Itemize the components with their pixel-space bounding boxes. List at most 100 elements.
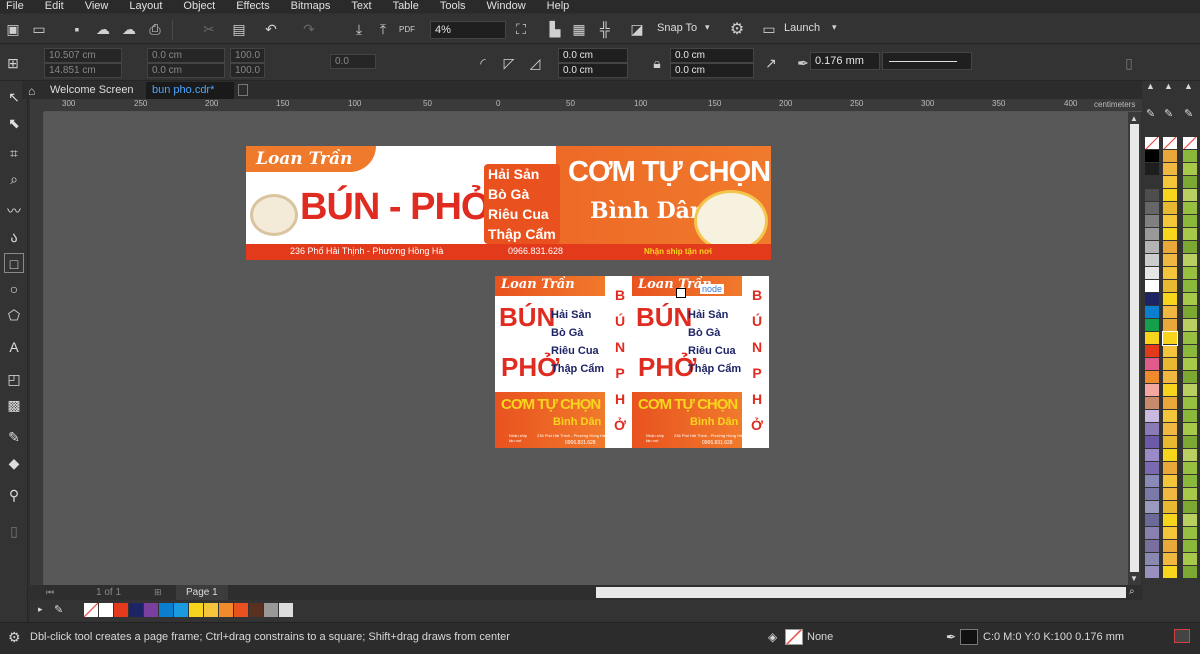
swatch[interactable] — [1183, 397, 1197, 410]
shape-tool-icon[interactable]: ⬉ — [4, 113, 24, 133]
swatch[interactable] — [1145, 293, 1159, 306]
swatch-brown[interactable] — [249, 603, 263, 617]
swatch[interactable] — [1183, 462, 1197, 475]
swatch-gold[interactable] — [204, 603, 218, 617]
save-icon[interactable]: ▪ — [68, 20, 86, 38]
flyer-artwork-1[interactable]: Loan Trần BÚN PHỞ Hải Sản Bò Gà Riêu Cua… — [495, 276, 632, 448]
polygon-tool-icon[interactable]: ⬠ — [4, 305, 24, 325]
swatch[interactable] — [1163, 280, 1177, 293]
show-guidelines-icon[interactable]: ╬ — [596, 20, 614, 38]
menu-file[interactable]: File — [6, 0, 24, 13]
menu-object[interactable]: Object — [183, 0, 215, 13]
swatch[interactable] — [1163, 345, 1177, 358]
swatch-yellow[interactable] — [189, 603, 203, 617]
swatch[interactable] — [1183, 150, 1197, 163]
paste-icon[interactable]: ▤ — [230, 20, 248, 38]
menu-help[interactable]: Help — [547, 0, 570, 13]
corner-radius-tr-field[interactable]: 0.0 cm — [670, 48, 754, 63]
undo-icon[interactable]: ↶ — [262, 20, 280, 38]
redo-icon[interactable]: ↷ — [300, 20, 318, 38]
smart-fill-icon[interactable]: ⚲ — [4, 485, 24, 505]
swatch[interactable] — [1183, 423, 1197, 436]
swatch-white[interactable] — [1145, 280, 1159, 293]
swatch[interactable] — [1163, 306, 1177, 319]
swatch[interactable] — [1145, 163, 1159, 176]
scroll-thumb[interactable] — [1130, 124, 1139, 572]
toolbox-more-icon[interactable]: ▯ — [4, 521, 24, 541]
pdf-icon[interactable]: PDF — [398, 20, 416, 38]
gear-icon[interactable]: ⚙ — [8, 623, 21, 651]
swatch-selected[interactable] — [1162, 331, 1178, 346]
show-rulers-icon[interactable]: ▙ — [546, 20, 564, 38]
swatch-none[interactable] — [84, 603, 98, 617]
banner-artwork[interactable]: Loan Trần BÚN - PHỞ Hải Sản Bò Gà Riêu C… — [246, 146, 771, 260]
relative-corner-icon[interactable]: ↗ — [762, 54, 780, 72]
swatch[interactable] — [1183, 384, 1197, 397]
swatch[interactable] — [1145, 501, 1159, 514]
swatch[interactable] — [1145, 345, 1159, 358]
swatch[interactable] — [1183, 449, 1197, 462]
scale-y-field[interactable]: 100.0 — [230, 63, 265, 78]
new-document-icon[interactable]: ▣ — [4, 20, 22, 38]
swatch[interactable] — [1163, 371, 1177, 384]
outline-swatch[interactable] — [960, 629, 978, 645]
chamfered-corner-icon[interactable]: ◿ — [526, 54, 544, 72]
swatch[interactable] — [1145, 488, 1159, 501]
open-folder-icon[interactable]: ▭ — [30, 20, 48, 38]
swatch-dark-orange[interactable] — [234, 603, 248, 617]
swatch-blue[interactable] — [159, 603, 173, 617]
import-icon[interactable]: ⤓ — [350, 20, 368, 38]
palette-arrow-icon[interactable]: ▸ — [38, 604, 43, 615]
swatch[interactable] — [1163, 423, 1177, 436]
menu-edit[interactable]: Edit — [45, 0, 64, 13]
swatch[interactable] — [1163, 397, 1177, 410]
home-icon[interactable]: ⌂ — [28, 84, 35, 98]
swatch-none[interactable] — [1145, 137, 1159, 150]
swatch[interactable] — [1145, 215, 1159, 228]
swatch[interactable] — [1145, 527, 1159, 540]
swatch-sky[interactable] — [174, 603, 188, 617]
rectangle-tool-icon[interactable]: □ — [4, 253, 24, 273]
swatch[interactable] — [1163, 176, 1177, 189]
swatch[interactable] — [1163, 150, 1177, 163]
swatch[interactable] — [1183, 306, 1197, 319]
launch-dropdown[interactable]: Launch — [784, 22, 820, 34]
swatch[interactable] — [1145, 514, 1159, 527]
swatch-navy[interactable] — [129, 603, 143, 617]
height-field[interactable]: 0.0 cm — [147, 63, 225, 78]
swatch[interactable] — [1145, 228, 1159, 241]
freehand-tool-icon[interactable]: 〰 — [4, 201, 24, 221]
swatch-white[interactable] — [99, 603, 113, 617]
palette-scroll-up-icon[interactable]: ▲ — [1164, 81, 1173, 91]
download-cloud-icon[interactable]: ☁ — [120, 20, 138, 38]
swatch[interactable] — [1145, 358, 1159, 371]
swatch-orange[interactable] — [219, 603, 233, 617]
horizontal-scrollbar[interactable] — [596, 587, 1126, 598]
swatch[interactable] — [1163, 540, 1177, 553]
swatch-none[interactable] — [1183, 137, 1197, 150]
swatch[interactable] — [1145, 202, 1159, 215]
scroll-up-icon[interactable]: ▲ — [1130, 114, 1138, 123]
swatch[interactable] — [1183, 267, 1197, 280]
swatch[interactable] — [1183, 436, 1197, 449]
swatch[interactable] — [1163, 358, 1177, 371]
swatch[interactable] — [1145, 176, 1159, 189]
x-position-field[interactable]: 10.507 cm — [44, 48, 122, 63]
palette-eyedropper-icon[interactable]: ✎ — [1184, 107, 1193, 120]
swatch[interactable] — [1145, 540, 1159, 553]
swatch[interactable] — [1145, 410, 1159, 423]
add-page-icon[interactable]: ⊞ — [154, 587, 162, 598]
transparency-icon[interactable]: ▩ — [4, 395, 24, 415]
swatch[interactable] — [1145, 267, 1159, 280]
swatch[interactable] — [1163, 215, 1177, 228]
scroll-down-icon[interactable]: ▼ — [1130, 574, 1138, 583]
swatch[interactable] — [1183, 501, 1197, 514]
swatch[interactable] — [1163, 449, 1177, 462]
swatch[interactable] — [1183, 319, 1197, 332]
swatch[interactable] — [1163, 462, 1177, 475]
swatch[interactable] — [1183, 553, 1197, 566]
fill-swatch[interactable] — [785, 629, 803, 645]
swatch[interactable] — [1163, 488, 1177, 501]
reference-point-icon[interactable]: ⊞ — [4, 54, 22, 72]
swatch[interactable] — [1163, 189, 1177, 202]
